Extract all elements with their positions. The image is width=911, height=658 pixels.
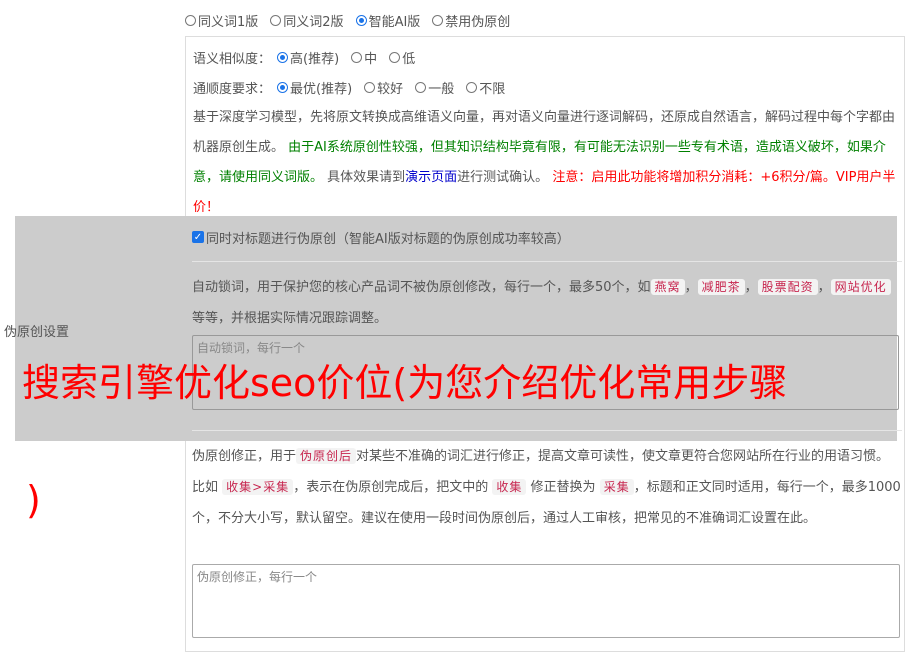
- radio-selected-icon[interactable]: [277, 81, 289, 93]
- similarity-row: 语义相似度： 高(推荐) 中 低: [193, 47, 427, 67]
- example-tag: 股票配资: [757, 279, 818, 295]
- mode-option-ai[interactable]: 智能AI版: [355, 11, 420, 30]
- radio-icon[interactable]: [466, 81, 478, 93]
- radio-icon[interactable]: [389, 51, 401, 63]
- similarity-high[interactable]: 高(推荐): [277, 48, 339, 67]
- mode-radio-group: 同义词1版 同义词2版 智能AI版 禁用伪原创: [185, 10, 522, 30]
- radio-icon[interactable]: [415, 81, 427, 93]
- similarity-label: 语义相似度：: [193, 51, 272, 67]
- radio-selected-icon[interactable]: [355, 14, 367, 26]
- radio-icon[interactable]: [351, 51, 363, 63]
- fluency-row: 通顺度要求： 最优(推荐) 较好 一般 不限: [193, 77, 517, 97]
- radio-icon[interactable]: [270, 14, 282, 26]
- lock-words-description: 自动锁词，用于保护您的核心产品词不被伪原创修改，每行一个，最多50个，如 燕窝，减…: [192, 272, 898, 334]
- mode-option-disable[interactable]: 禁用伪原创: [432, 11, 510, 30]
- demo-page-link[interactable]: 演示页面: [405, 170, 457, 185]
- example-tag: 网站优化: [830, 279, 891, 295]
- similarity-medium[interactable]: 中: [351, 48, 377, 67]
- example-tag: 伪原创后: [296, 448, 357, 464]
- example-tag: 减肥茶: [697, 279, 745, 295]
- ai-description: 基于深度学习模型，先将原文转换成高维语义向量，再对语义向量进行逐词解码，还原成自…: [193, 110, 896, 215]
- example-tag: 燕窝: [650, 279, 685, 295]
- fluency-good[interactable]: 较好: [364, 78, 403, 97]
- fluency-unlimited[interactable]: 不限: [466, 78, 505, 97]
- radio-selected-icon[interactable]: [277, 51, 289, 63]
- correction-textarea[interactable]: 伪原创修正，每行一个: [192, 564, 900, 638]
- fluency-normal[interactable]: 一般: [415, 78, 454, 97]
- divider: [192, 430, 902, 431]
- radio-icon[interactable]: [432, 14, 444, 26]
- example-tag: 收集>采集: [222, 479, 294, 495]
- fluency-label: 通顺度要求：: [193, 81, 272, 97]
- radio-icon[interactable]: [185, 14, 196, 26]
- pseudo-original-settings-label: 伪原创设置: [4, 325, 70, 340]
- example-tag: 采集: [599, 479, 634, 495]
- title-option-checkbox[interactable]: ✓ 同时对标题进行伪原创（智能AI版对标题的伪原创成功率较高）: [192, 227, 570, 247]
- divider: [192, 261, 902, 262]
- fluency-best[interactable]: 最优(推荐): [277, 78, 352, 97]
- radio-icon[interactable]: [364, 81, 376, 93]
- similarity-low[interactable]: 低: [389, 48, 415, 67]
- mode-option-synonym-1[interactable]: 同义词1版: [185, 11, 258, 30]
- mode-option-synonym-2[interactable]: 同义词2版: [270, 11, 344, 30]
- checkbox-checked-icon[interactable]: ✓: [192, 231, 204, 243]
- example-tag: 收集: [492, 479, 527, 495]
- overlay-headline-tail: ): [26, 478, 41, 522]
- overlay-headline: 搜索引擎优化seo价位(为您介绍优化常用步骤: [22, 361, 788, 405]
- correction-description: 伪原创修正，用于 伪原创后 对某些不准确的词汇进行修正，提高文章可读性，使文章更符合…: [192, 448, 901, 526]
